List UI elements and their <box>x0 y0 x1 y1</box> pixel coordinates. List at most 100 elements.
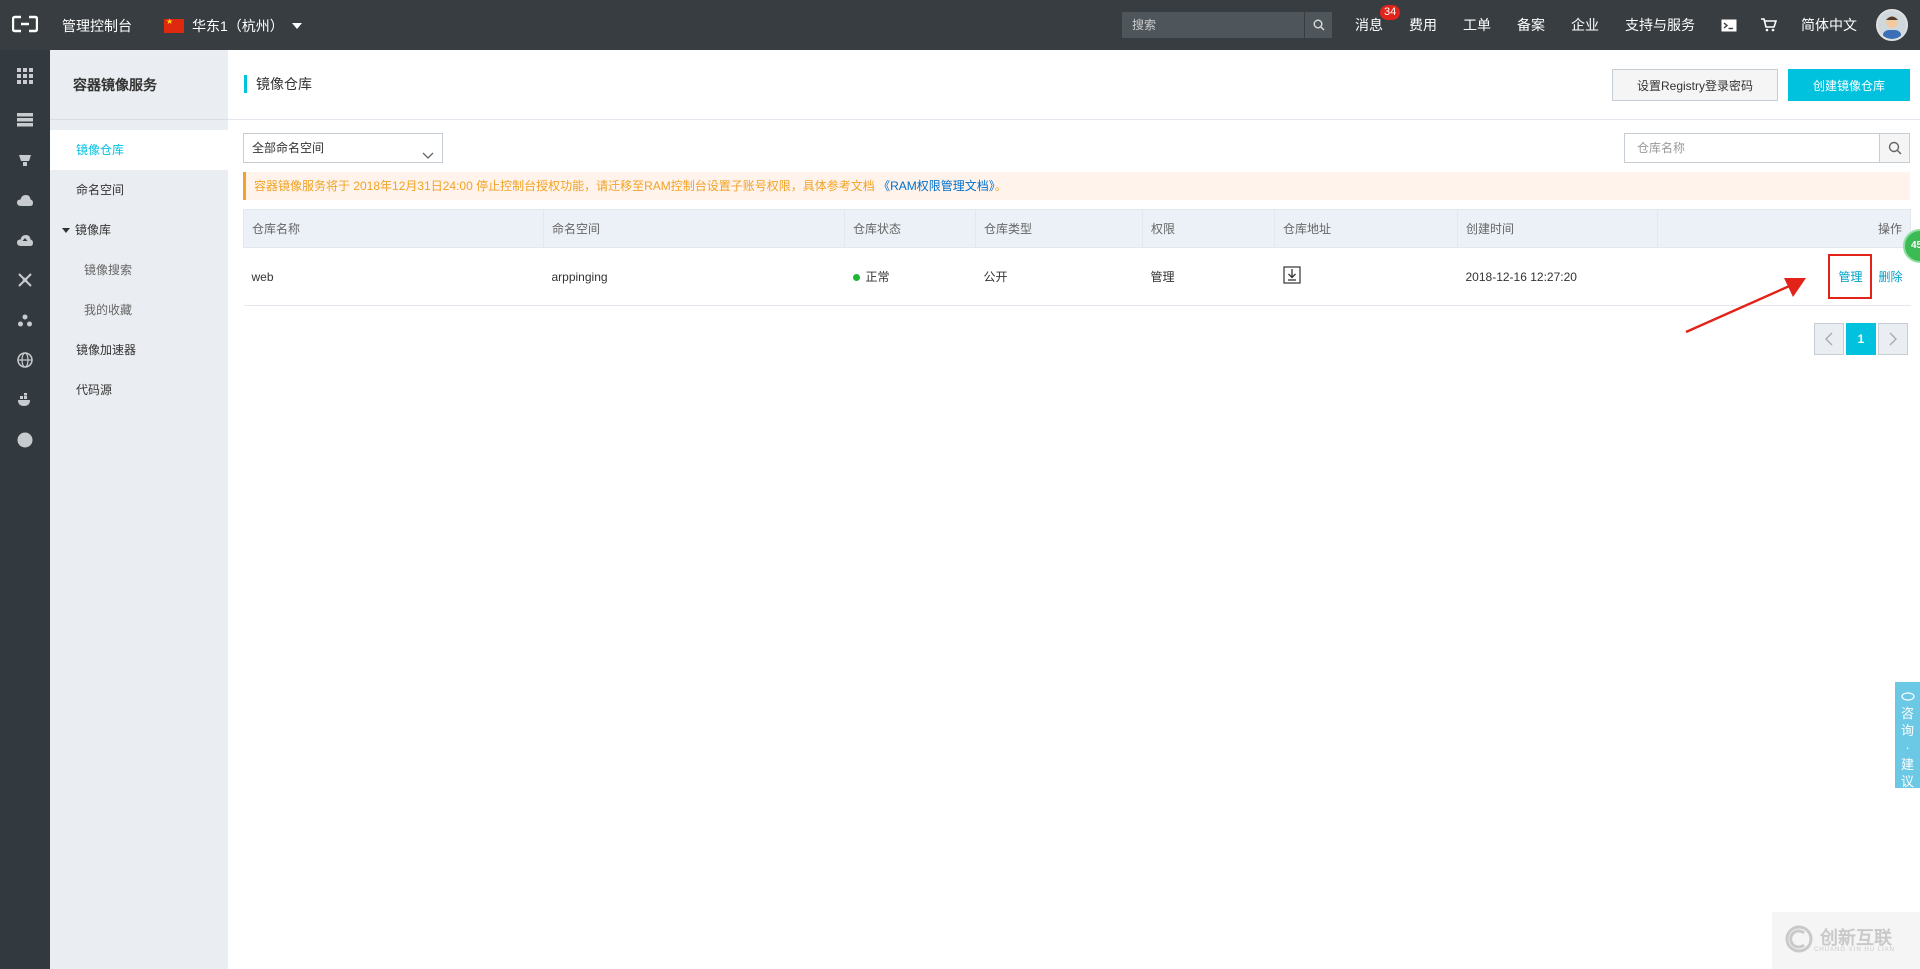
aliyun-logo-icon[interactable] <box>11 15 39 33</box>
server-icon[interactable] <box>15 110 35 130</box>
sidebar-title: 容器镜像服务 <box>50 50 228 120</box>
set-registry-password-button[interactable]: 设置Registry登录密码 <box>1612 69 1778 101</box>
sidebar-group-image-library[interactable]: 镜像库 <box>50 210 228 250</box>
create-repo-button[interactable]: 创建镜像仓库 <box>1788 69 1910 101</box>
nav-messages-label: 消息 <box>1355 17 1383 33</box>
manage-highlight-box: 管理 <box>1828 254 1873 299</box>
next-page-button[interactable] <box>1878 323 1908 355</box>
network-icon[interactable] <box>15 270 35 290</box>
delete-link[interactable]: 删除 <box>1878 270 1902 284</box>
service-sidebar: 容器镜像服务 镜像仓库 命名空间 镜像库 镜像搜索 我的收藏 镜像加速器 代码源 <box>50 50 228 969</box>
feedback-char-3: · <box>1905 740 1910 755</box>
container-service-icon[interactable] <box>15 390 35 410</box>
feedback-char-2: 询 <box>1900 723 1914 738</box>
ram-doc-link[interactable]: 《RAM权限管理文档》 <box>878 179 995 193</box>
product-rail <box>0 50 50 969</box>
chat-icon <box>1895 688 1920 705</box>
repo-search-input[interactable] <box>1625 134 1879 162</box>
col-type: 仓库类型 <box>975 209 1143 248</box>
cell-permission: 管理 <box>1142 247 1275 306</box>
cloud-upload-icon[interactable] <box>15 230 35 250</box>
messages-badge: 34 <box>1380 5 1401 20</box>
cell-namespace: arppinging <box>543 247 845 306</box>
page-header: 镜像仓库 设置Registry登录密码 创建镜像仓库 <box>228 50 1920 120</box>
page-title: 镜像仓库 <box>244 75 312 93</box>
cart-icon[interactable] <box>1761 18 1777 32</box>
console-home-link[interactable]: 管理控制台 <box>62 16 132 36</box>
col-actions: 操作 <box>1657 209 1911 248</box>
sidebar-item-code-source[interactable]: 代码源 <box>50 370 228 410</box>
feedback-char-4: 建 <box>1900 757 1914 772</box>
nav-support[interactable]: 支持与服务 <box>1625 15 1695 35</box>
nav-billing[interactable]: 费用 <box>1409 15 1437 35</box>
watermark-logo-icon <box>1784 924 1814 957</box>
region-selector[interactable]: 华东1（杭州） <box>164 16 302 36</box>
watermark-sub: CHUANG XIN HU LIAN <box>1814 946 1896 953</box>
prev-page-button[interactable] <box>1814 323 1844 355</box>
watermark: 创新互联 CHUANG XIN HU LIAN <box>1772 912 1920 969</box>
watermark-text: 创新互联 <box>1820 927 1892 948</box>
top-nav: 消息 34 费用 工单 备案 企业 支持与服务 简体中文 <box>1355 0 1883 50</box>
sidebar-group-label: 镜像库 <box>75 223 112 237</box>
region-label: 华东1（杭州） <box>192 18 284 34</box>
user-avatar[interactable] <box>1876 9 1908 41</box>
feedback-char-5: 议 <box>1900 774 1914 789</box>
triangle-down-icon <box>62 228 70 234</box>
col-namespace: 命名空间 <box>543 209 845 248</box>
status-text: 正常 <box>865 270 890 284</box>
nav-language[interactable]: 简体中文 <box>1801 15 1857 35</box>
sidebar-item-favorites[interactable]: 我的收藏 <box>50 290 228 330</box>
circle-icon[interactable] <box>15 430 35 450</box>
sidebar-item-namespaces[interactable]: 命名空间 <box>50 170 228 210</box>
nav-icp[interactable]: 备案 <box>1517 15 1545 35</box>
namespace-select-value: 全部命名空间 <box>252 141 325 155</box>
page-button-current[interactable]: 1 <box>1846 323 1876 355</box>
notice-suffix: 。 <box>994 179 1007 193</box>
cell-type: 公开 <box>975 247 1143 306</box>
global-search-input[interactable] <box>1122 12 1304 38</box>
main-content: 镜像仓库 设置Registry登录密码 创建镜像仓库 全部命名空间 容器镜像服务… <box>228 50 1920 969</box>
search-icon[interactable] <box>1304 12 1332 38</box>
deprecation-notice: 容器镜像服务将于 2018年12月31日24:00 停止控制台授权功能，请迁移至… <box>243 172 1910 200</box>
sidebar-item-accelerator[interactable]: 镜像加速器 <box>50 330 228 370</box>
cluster-icon[interactable] <box>15 310 35 330</box>
terminal-icon[interactable] <box>1721 19 1737 32</box>
top-bar: 管理控制台 华东1（杭州） 消息34 费用 工单 备案 企业 支持与服务 简体中… <box>0 0 1920 50</box>
repo-search <box>1624 133 1910 163</box>
global-search <box>1122 12 1332 38</box>
nav-enterprise[interactable]: 企业 <box>1571 15 1599 35</box>
sidebar-item-image-search[interactable]: 镜像搜索 <box>50 250 228 290</box>
caret-down-icon <box>291 23 302 29</box>
pagination: 1 <box>1812 323 1908 355</box>
nav-messages[interactable]: 消息 34 <box>1355 5 1401 35</box>
sidebar-item-repositories[interactable]: 镜像仓库 <box>50 130 228 170</box>
cloud-icon[interactable] <box>15 190 35 210</box>
status-dot-icon <box>852 274 860 282</box>
globe-icon[interactable] <box>15 350 35 370</box>
cell-status: 正常 <box>844 247 976 306</box>
red-arrow-annotation <box>1685 278 1806 334</box>
feedback-char-1: 咨 <box>1900 706 1914 721</box>
table-header-row: 仓库名称 命名空间 仓库状态 仓库类型 权限 仓库地址 创建时间 操作 <box>243 209 1911 248</box>
download-icon[interactable] <box>1282 266 1301 287</box>
col-permission: 权限 <box>1142 209 1275 248</box>
col-status: 仓库状态 <box>844 209 976 248</box>
col-created: 创建时间 <box>1457 209 1658 248</box>
database-icon[interactable] <box>15 150 35 170</box>
cell-created: 2018-12-16 12:27:20 <box>1457 247 1658 306</box>
manage-link[interactable]: 管理 <box>1838 270 1862 284</box>
cell-address <box>1274 247 1458 306</box>
repo-search-icon[interactable] <box>1879 134 1909 162</box>
nav-tickets[interactable]: 工单 <box>1463 15 1491 35</box>
cell-repo-name: web <box>243 247 544 306</box>
col-repo-name: 仓库名称 <box>243 209 544 248</box>
feedback-tab[interactable]: 咨 询 · 建 议 <box>1895 682 1920 789</box>
repo-table: 仓库名称 命名空间 仓库状态 仓库类型 权限 仓库地址 创建时间 操作 web … <box>243 209 1911 306</box>
chevron-down-icon <box>422 142 434 170</box>
namespace-select[interactable]: 全部命名空间 <box>243 133 443 163</box>
col-address: 仓库地址 <box>1274 209 1458 248</box>
table-row: web arppinging 正常 公开 管理 2018-12-16 12:27… <box>243 247 1911 306</box>
china-flag-icon <box>164 17 184 33</box>
notice-text: 容器镜像服务将于 2018年12月31日24:00 停止控制台授权功能，请迁移至… <box>254 179 879 193</box>
grid-menu-icon[interactable] <box>15 66 35 86</box>
